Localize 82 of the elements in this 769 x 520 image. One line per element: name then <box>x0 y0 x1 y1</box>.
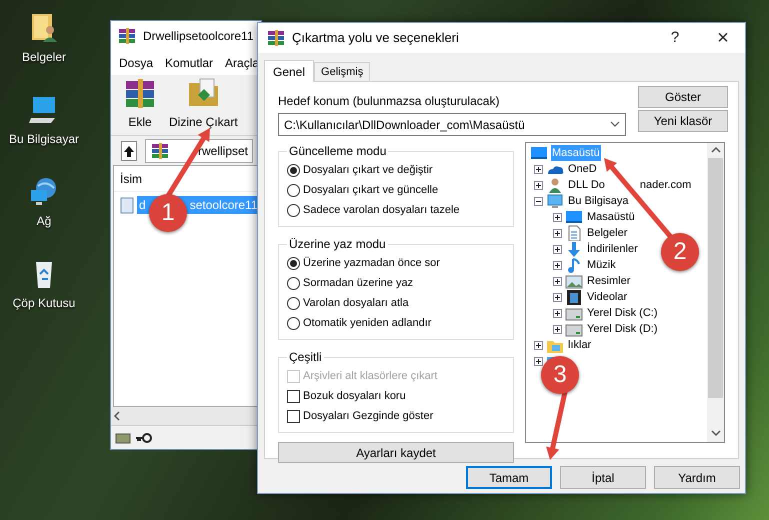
group-title: Üzerine yaz modu <box>288 236 387 253</box>
radio-button[interactable] <box>287 296 300 310</box>
expand-icon[interactable] <box>553 292 562 302</box>
expand-icon[interactable] <box>553 212 562 222</box>
side-button[interactable]: Yeni klasör <box>638 110 728 132</box>
monitor-icon <box>565 209 583 225</box>
option-label[interactable]: Bozuk dosyaları koru <box>303 388 406 404</box>
radio-button[interactable] <box>287 184 300 196</box>
expand-icon[interactable] <box>553 308 562 318</box>
help-button[interactable]: ? <box>655 23 695 53</box>
picture-icon <box>565 273 583 289</box>
menu-item[interactable]: Dosya <box>119 54 154 72</box>
desktop-icon-label[interactable]: Ağ <box>36 212 52 230</box>
dialog-button[interactable]: Yardım <box>654 466 740 489</box>
expand-icon[interactable] <box>534 356 543 366</box>
file-name: setoolcore11 <box>190 197 258 214</box>
expand-icon[interactable] <box>553 228 562 238</box>
music-note-icon <box>565 257 583 273</box>
expand-icon[interactable] <box>534 340 543 350</box>
option-label[interactable]: Otomatik yeniden adlandır <box>303 314 432 332</box>
path-text: rwellipset <box>198 142 248 160</box>
drive-icon[interactable] <box>115 430 131 444</box>
computer-icon <box>546 193 564 209</box>
file-name: d <box>139 197 146 214</box>
option-label[interactable]: Dosyaları çıkart ve güncelle <box>303 182 438 198</box>
option-label[interactable]: Dosyaları Gezginde göster <box>303 408 434 424</box>
field-label: Hedef konum (bulunmazsa oluşturulacak) <box>278 93 500 110</box>
radio-button[interactable] <box>287 316 300 330</box>
dialog-button[interactable]: Tamam <box>466 466 552 489</box>
expand-icon[interactable] <box>553 276 562 286</box>
tab[interactable]: Genel <box>264 60 314 82</box>
path-field[interactable]: rwellipset <box>145 138 254 162</box>
collapse-icon[interactable] <box>534 196 543 206</box>
option-label[interactable]: Üzerine yazmadan önce sor <box>303 254 440 272</box>
option-label[interactable]: Sadece varolan dosyaları tazele <box>303 202 460 218</box>
side-button[interactable]: Göster <box>638 86 728 108</box>
field-value: C:\Kullanıcılar\DllDownloader_com\Masaüstü <box>284 116 526 134</box>
save-settings-button[interactable]: Ayarları kaydet <box>278 442 514 463</box>
radio-button[interactable] <box>287 276 300 290</box>
radio-button[interactable] <box>287 204 300 216</box>
expand-icon[interactable] <box>553 260 562 270</box>
archive-icon <box>266 29 286 47</box>
expand-icon[interactable] <box>553 244 562 254</box>
option-label[interactable]: Dosyaları çıkart ve değiştir <box>303 162 433 178</box>
down-arrow-icon <box>565 241 583 257</box>
expand-icon[interactable] <box>534 180 543 190</box>
radio-button[interactable] <box>287 256 300 270</box>
file-icon <box>120 196 134 214</box>
archive-icon <box>150 142 170 160</box>
up-arrow-icon <box>122 144 136 158</box>
dropdown-caret-icon[interactable] <box>610 121 620 128</box>
window-title: Drwellipsetoolcore11 <box>143 28 254 45</box>
tab[interactable]: Gelişmiş <box>314 62 370 81</box>
up-button[interactable] <box>121 140 137 160</box>
close-button[interactable]: × <box>701 23 745 53</box>
checkbox[interactable] <box>287 390 300 402</box>
monitor-icon <box>530 145 548 161</box>
dialog-title: Çıkartma yolu ve seçenekleri <box>292 29 459 48</box>
toolbar-button[interactable]: Dizine Çıkart <box>167 75 240 131</box>
destination-field[interactable]: C:\Kullanıcılar\DllDownloader_com\Masaüstü <box>278 113 626 136</box>
film-icon <box>565 289 583 305</box>
desktop-icon-label[interactable]: Çöp Kutusu <box>12 294 76 312</box>
scroll-left-icon[interactable] <box>113 410 121 422</box>
option-label[interactable]: Varolan dosyaları atla <box>303 294 409 312</box>
expand-icon[interactable] <box>534 164 543 174</box>
column-header[interactable]: İsim <box>120 170 142 188</box>
radio-button[interactable] <box>287 164 300 176</box>
expand-icon[interactable] <box>553 324 562 334</box>
archive-icon <box>117 27 137 45</box>
toolbar-button[interactable]: Ekle <box>121 75 159 131</box>
dialog-button[interactable]: İptal <box>560 466 646 489</box>
scroll-down-icon[interactable] <box>710 429 720 439</box>
group-title: Güncelleme modu <box>288 143 388 160</box>
checkbox[interactable] <box>287 410 300 422</box>
menu-item[interactable]: Komutlar <box>165 54 214 72</box>
scrollbar-thumb[interactable] <box>708 158 723 398</box>
option-label[interactable]: Sormadan üzerine yaz <box>303 274 414 292</box>
desktop-icon-label[interactable]: Bu Bilgisayar <box>8 130 80 148</box>
key-icon[interactable] <box>135 430 153 444</box>
user-icon <box>546 177 564 193</box>
desktop-icon-label[interactable]: Belgeler <box>22 48 66 66</box>
group-title: Çeşitli <box>288 349 323 366</box>
